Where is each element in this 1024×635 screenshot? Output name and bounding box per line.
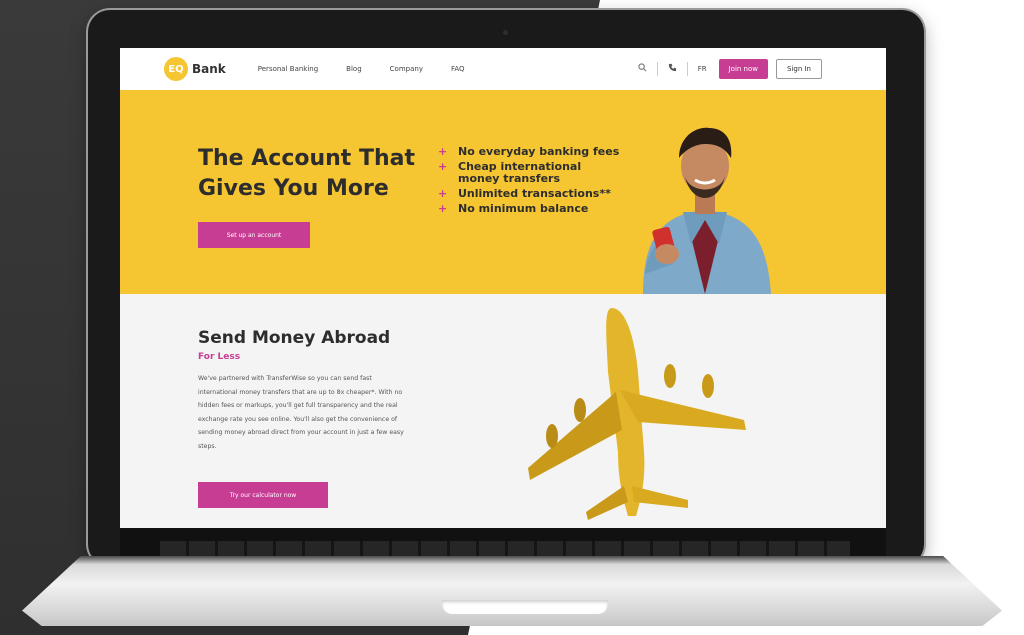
set-up-account-button[interactable]: Set up an account	[198, 222, 310, 248]
camera-icon	[503, 30, 508, 35]
feature-list: + No everyday banking fees + Cheap inter…	[438, 146, 638, 218]
feature-item: + Unlimited transactions**	[438, 188, 638, 200]
feature-item: + Cheap international money transfers	[438, 161, 638, 185]
airplane-image	[528, 308, 746, 520]
laptop-screen: EQ Bank Personal Banking Blog Company FA…	[120, 48, 886, 528]
laptop-base	[22, 556, 1002, 626]
feature-text: No everyday banking fees	[458, 145, 620, 158]
plus-icon: +	[438, 160, 448, 173]
section-title: Send Money Abroad	[198, 328, 391, 348]
section-subtitle: For Less	[198, 352, 241, 362]
logo[interactable]: EQ Bank	[164, 57, 226, 81]
plus-icon: +	[438, 145, 448, 158]
plus-icon: +	[438, 202, 448, 215]
sign-in-button[interactable]: Sign In	[776, 59, 822, 79]
plus-icon: +	[438, 187, 448, 200]
divider	[656, 62, 658, 76]
laptop-notch	[442, 600, 608, 614]
feature-text: No minimum balance	[458, 202, 589, 215]
hero-section: The Account That Gives You More Set up a…	[120, 90, 886, 294]
logo-mark-icon: EQ	[164, 57, 188, 81]
feature-text: Cheap international money transfers	[458, 160, 582, 185]
person-with-phone-image	[643, 127, 771, 294]
nav-link-faq[interactable]: FAQ	[451, 65, 465, 73]
logo-text: Bank	[192, 62, 226, 76]
header-actions: FR Join now Sign In	[628, 59, 822, 79]
feature-item: + No everyday banking fees	[438, 146, 638, 158]
language-toggle[interactable]: FR	[698, 65, 707, 73]
feature-text: Unlimited transactions**	[458, 187, 611, 200]
send-money-section: Send Money Abroad For Less We've partner…	[120, 294, 886, 528]
search-icon[interactable]	[638, 63, 647, 75]
hero-title: The Account That Gives You More	[198, 146, 416, 201]
phone-icon[interactable]	[668, 63, 677, 75]
site-header: EQ Bank Personal Banking Blog Company FA…	[120, 48, 886, 90]
nav-link-blog[interactable]: Blog	[346, 65, 361, 73]
join-now-button[interactable]: Join now	[718, 59, 768, 79]
section-body: We've partnered with TransferWise so you…	[198, 375, 404, 450]
try-calculator-button[interactable]: Try our calculator now	[198, 482, 328, 508]
nav-link-company[interactable]: Company	[390, 65, 423, 73]
divider	[686, 62, 688, 76]
feature-item: + No minimum balance	[438, 203, 638, 215]
nav-link-personal-banking[interactable]: Personal Banking	[258, 65, 318, 73]
